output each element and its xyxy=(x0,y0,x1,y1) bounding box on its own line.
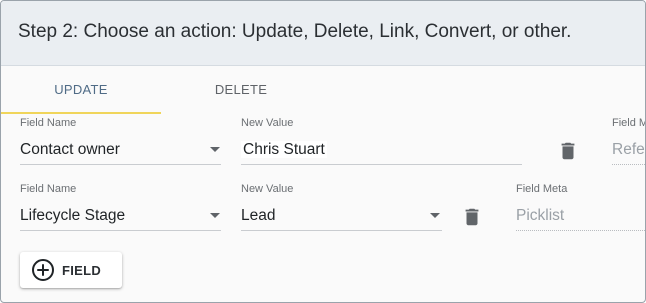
plus-circle-icon xyxy=(32,259,54,281)
field-name-select-value[interactable]: Lifecycle Stage xyxy=(20,207,125,225)
field-meta-label: Field M xyxy=(612,117,646,129)
chevron-down-icon[interactable] xyxy=(210,147,220,152)
step-title: Step 2: Choose an action: Update, Delete… xyxy=(18,21,572,42)
add-field-label: FIELD xyxy=(62,263,102,278)
field-name-label: Field Name xyxy=(20,117,77,129)
new-value-input[interactable]: Chris Stuart xyxy=(241,141,327,159)
field-name-select-value[interactable]: Contact owner xyxy=(20,141,120,159)
field-name-underline xyxy=(20,230,221,231)
field-meta-underline xyxy=(516,230,645,231)
new-value-label: New Value xyxy=(241,117,294,129)
field-meta-label: Field Meta xyxy=(516,183,568,195)
field-meta-value: Refe xyxy=(612,141,645,158)
trash-icon[interactable] xyxy=(557,139,579,163)
field-name-underline xyxy=(20,164,221,165)
field-meta-underline xyxy=(612,164,645,165)
new-value-select-value[interactable]: Lead xyxy=(241,207,275,225)
field-meta-value: Picklist xyxy=(516,207,565,224)
new-value-underline xyxy=(241,230,442,231)
action-panel: Step 2: Choose an action: Update, Delete… xyxy=(0,0,646,303)
tab-update[interactable]: UPDATE xyxy=(1,66,161,114)
trash-icon[interactable] xyxy=(461,205,483,229)
new-value-text: Chris Stuart xyxy=(241,141,327,158)
step-header: Step 2: Choose an action: Update, Delete… xyxy=(1,1,645,66)
new-value-label: New Value xyxy=(241,183,294,195)
add-field-button[interactable]: FIELD xyxy=(20,252,122,288)
chevron-down-icon[interactable] xyxy=(210,213,220,218)
chevron-down-icon[interactable] xyxy=(430,213,440,218)
tab-delete[interactable]: DELETE xyxy=(161,66,321,114)
field-name-label: Field Name xyxy=(20,183,77,195)
new-value-underline xyxy=(241,164,522,165)
